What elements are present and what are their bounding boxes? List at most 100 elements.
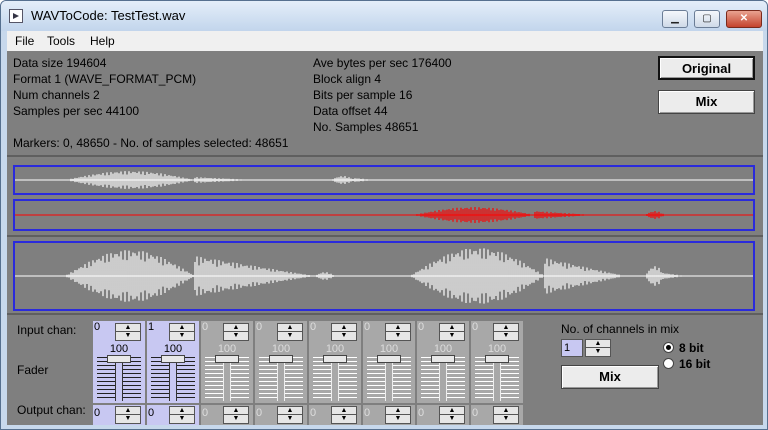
fader-value: 100 xyxy=(487,343,507,355)
fader-cell: 100 xyxy=(147,343,199,403)
channels-in-mix-spinner[interactable]: ▲ ▼ xyxy=(585,339,611,357)
input-chan-label: Input chan: xyxy=(17,323,77,337)
fader-knob[interactable] xyxy=(215,355,239,363)
menu-help[interactable]: Help xyxy=(90,34,115,48)
minimize-button[interactable]: ▁ xyxy=(662,10,688,28)
info-ave-bytes: Ave bytes per sec 176400 xyxy=(313,56,452,70)
fader-cell: 100 xyxy=(93,343,145,403)
input-chan-value: 1 xyxy=(148,321,155,333)
fader-knob[interactable] xyxy=(323,355,347,363)
fader-value: 100 xyxy=(325,343,345,355)
input-chan-cell: 0 ▲ ▼ xyxy=(201,321,253,343)
fader-knob[interactable] xyxy=(377,355,401,363)
output-chan-spinner[interactable]: ▲ ▼ xyxy=(223,406,249,424)
channels-in-mix-input[interactable]: 1 xyxy=(561,339,583,357)
output-chan-spinner[interactable]: ▲ ▼ xyxy=(169,406,195,424)
fader-track xyxy=(277,357,285,401)
input-chan-spinner[interactable]: ▲ ▼ xyxy=(439,323,465,341)
mixer-panel: Input chan: Fader Output chan: 0 ▲ ▼ 100 0 ▲ ▼… xyxy=(7,313,763,425)
radio-8-bit-label: 8 bit xyxy=(679,341,704,355)
input-chan-cell: 1 ▲ ▼ xyxy=(147,321,199,343)
output-chan-spinner[interactable]: ▲ ▼ xyxy=(331,406,357,424)
input-chan-value: 0 xyxy=(472,321,479,333)
output-chan-spinner[interactable]: ▲ ▼ xyxy=(385,406,411,424)
input-chan-cell: 0 ▲ ▼ xyxy=(363,321,415,343)
output-chan-cell: 0 ▲ ▼ xyxy=(93,405,145,425)
waveform-channel-2[interactable] xyxy=(13,199,755,231)
mixer-strip: 0 ▲ ▼ 100 0 ▲ ▼ xyxy=(417,321,469,425)
input-chan-spinner[interactable]: ▲ ▼ xyxy=(277,323,303,341)
info-format: Format 1 (WAVE_FORMAT_PCM) xyxy=(13,72,197,86)
waveform-mix[interactable] xyxy=(13,241,755,311)
input-chan-spinner[interactable]: ▲ ▼ xyxy=(115,323,141,341)
output-chan-spinner[interactable]: ▲ ▼ xyxy=(115,406,141,424)
client-area: Data size 194604 Format 1 (WAVE_FORMAT_P… xyxy=(7,51,763,425)
output-chan-cell: 0 ▲ ▼ xyxy=(255,405,307,425)
mixer-strip: 0 ▲ ▼ 100 0 ▲ ▼ xyxy=(309,321,361,425)
mixer-strip: 0 ▲ ▼ 100 0 ▲ ▼ xyxy=(255,321,307,425)
output-chan-cell: 0 ▲ ▼ xyxy=(201,405,253,425)
radio-8-bit-dot xyxy=(663,342,674,353)
output-chan-cell: 0 ▲ ▼ xyxy=(417,405,469,425)
input-chan-spinner[interactable]: ▲ ▼ xyxy=(493,323,519,341)
input-chan-spinner[interactable]: ▲ ▼ xyxy=(223,323,249,341)
fader-cell: 100 xyxy=(471,343,523,403)
output-chan-value: 0 xyxy=(256,407,263,419)
output-chan-cell: 0 ▲ ▼ xyxy=(147,405,199,425)
fader-cell: 100 xyxy=(255,343,307,403)
menu-tools[interactable]: Tools xyxy=(47,34,75,48)
info-num-samples: No. Samples 48651 xyxy=(313,120,419,134)
input-chan-cell: 0 ▲ ▼ xyxy=(471,321,523,343)
info-samples-per-sec: Samples per sec 44100 xyxy=(13,104,140,118)
input-chan-value: 0 xyxy=(256,321,263,333)
fader-track xyxy=(439,357,447,401)
fader-value: 100 xyxy=(163,343,183,355)
info-data-size: Data size 194604 xyxy=(13,56,107,70)
maximize-button[interactable]: ▢ xyxy=(694,10,720,28)
output-chan-spinner[interactable]: ▲ ▼ xyxy=(439,406,465,424)
info-data-offset: Data offset 44 xyxy=(313,104,388,118)
input-chan-cell: 0 ▲ ▼ xyxy=(309,321,361,343)
title-bar[interactable]: WAVToCode: TestTest.wav ▁ ▢ ✕ xyxy=(1,1,767,31)
mix-preview-button[interactable]: Mix xyxy=(658,90,755,114)
output-chan-spinner[interactable]: ▲ ▼ xyxy=(277,406,303,424)
window-title: WAVToCode: TestTest.wav xyxy=(31,8,186,23)
close-button[interactable]: ✕ xyxy=(726,10,762,28)
waveform-channel-1-graph xyxy=(15,171,753,189)
fader-track xyxy=(385,357,393,401)
output-chan-cell: 0 ▲ ▼ xyxy=(363,405,415,425)
input-chan-value: 0 xyxy=(310,321,317,333)
fader-track xyxy=(331,357,339,401)
fader-knob[interactable] xyxy=(107,355,131,363)
info-block-align: Block align 4 xyxy=(313,72,382,86)
input-chan-spinner[interactable]: ▲ ▼ xyxy=(331,323,357,341)
output-chan-spinner[interactable]: ▲ ▼ xyxy=(493,406,519,424)
fader-track xyxy=(169,357,177,401)
info-num-channels: Num channels 2 xyxy=(13,88,100,102)
info-bits-per-sample: Bits per sample 16 xyxy=(313,88,413,102)
output-chan-value: 0 xyxy=(148,407,155,419)
info-markers: Markers: 0, 48650 - No. of samples selec… xyxy=(13,136,289,150)
waveform-channel-2-graph xyxy=(15,207,753,223)
fader-label: Fader xyxy=(17,363,49,377)
fader-knob[interactable] xyxy=(431,355,455,363)
fader-knob[interactable] xyxy=(269,355,293,363)
wav-info-panel: Data size 194604 Format 1 (WAVE_FORMAT_P… xyxy=(7,51,763,157)
input-chan-spinner[interactable]: ▲ ▼ xyxy=(169,323,195,341)
mix-button[interactable]: Mix xyxy=(561,365,659,389)
output-chan-value: 0 xyxy=(472,407,479,419)
input-chan-spinner[interactable]: ▲ ▼ xyxy=(385,323,411,341)
channels-in-mix-label: No. of channels in mix xyxy=(561,322,680,336)
input-chan-value: 0 xyxy=(364,321,371,333)
fader-knob[interactable] xyxy=(485,355,509,363)
waveform-channel-1[interactable] xyxy=(13,165,755,195)
output-chan-value: 0 xyxy=(418,407,425,419)
original-button[interactable]: Original xyxy=(658,56,755,80)
fader-knob[interactable] xyxy=(161,355,185,363)
fader-cell: 100 xyxy=(309,343,361,403)
menu-file[interactable]: File xyxy=(15,34,34,48)
output-chan-value: 0 xyxy=(202,407,209,419)
fader-cell: 100 xyxy=(363,343,415,403)
menu-bar: File Tools Help xyxy=(7,31,763,51)
radio-16-bit-label: 16 bit xyxy=(679,357,711,371)
